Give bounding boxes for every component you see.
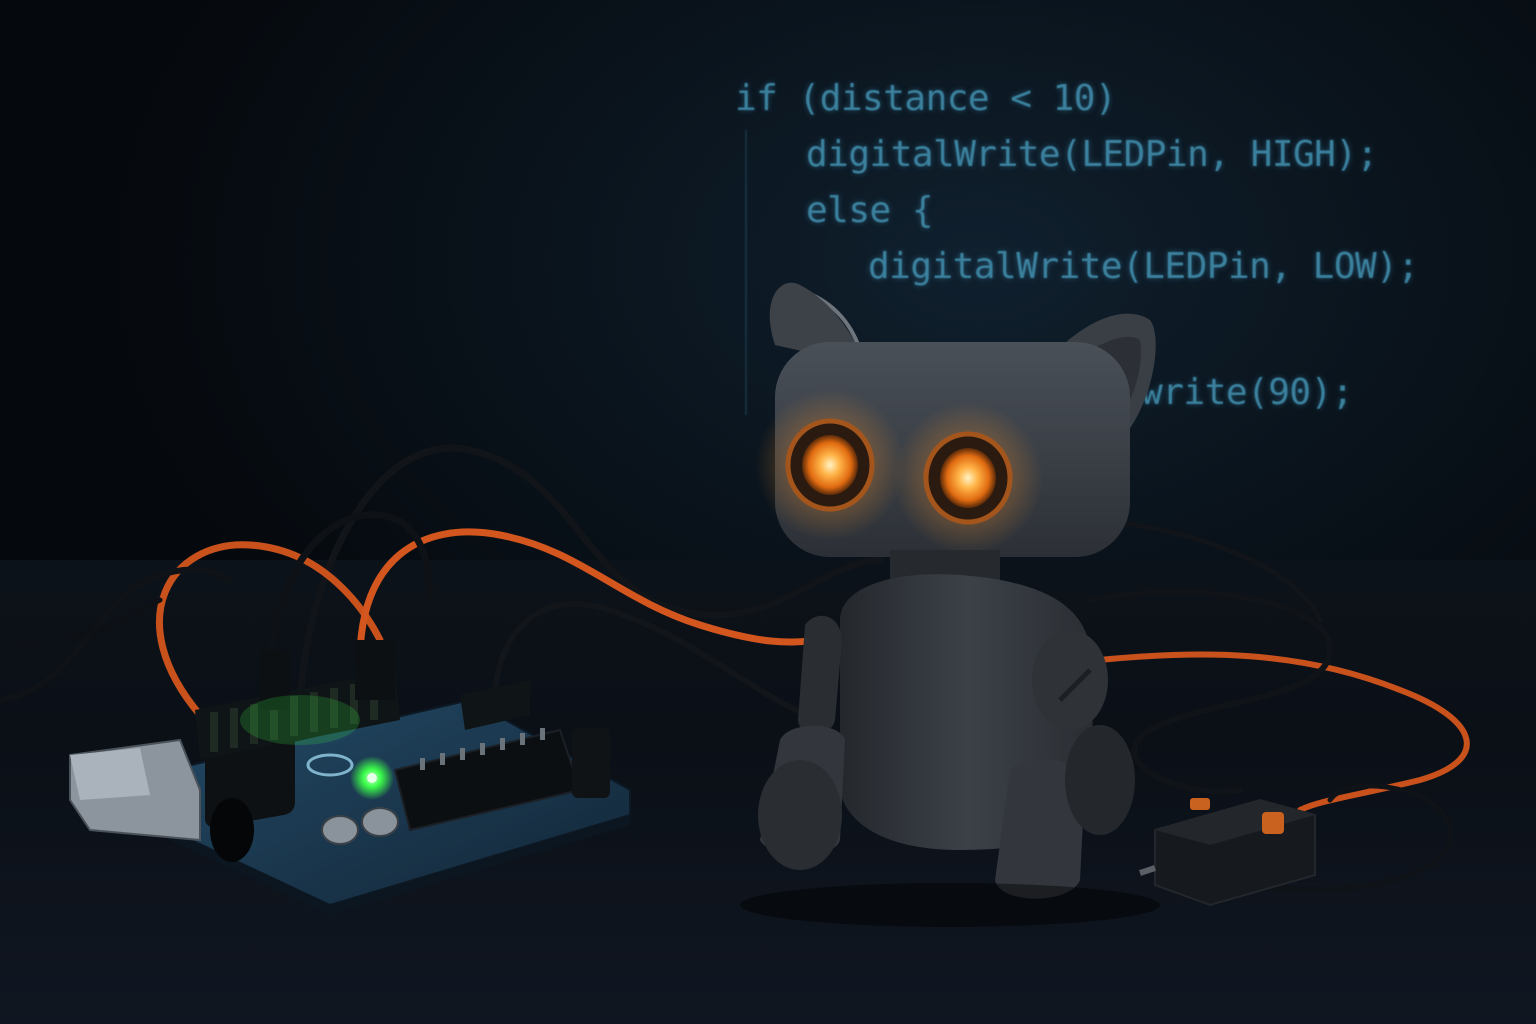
chip-pin [420, 758, 425, 770]
header-pin-block-2 [355, 640, 395, 700]
right-shoulder-joint [1032, 630, 1108, 730]
chip-pin [460, 748, 465, 760]
header-green-glow [240, 695, 360, 745]
power-jack-hole [210, 798, 254, 862]
left-arm [798, 615, 842, 735]
left-eye [802, 435, 858, 495]
chip-pin [540, 728, 545, 740]
capacitor-3 [572, 728, 610, 798]
robot-shadow [740, 883, 1160, 927]
header-pin [230, 708, 238, 748]
capacitor-1 [321, 815, 359, 845]
arduino-board [69, 640, 631, 915]
chip-pin [500, 738, 505, 750]
wire-black-3 [492, 600, 823, 723]
servo-shaft [1139, 865, 1156, 876]
servo-orange-knob-2 [1262, 812, 1284, 834]
right-wheel [1065, 725, 1135, 835]
left-wheel [758, 760, 842, 870]
scene: if (distance < 10) digitalWrite(LEDPin, … [0, 0, 1536, 1024]
chip-pin [520, 733, 525, 745]
robot-cat [740, 282, 1160, 927]
wire-black-5 [0, 597, 163, 645]
servo-orange-knob-1 [1190, 798, 1210, 810]
chip-pin [440, 753, 445, 765]
wire-black-8 [1097, 517, 1323, 623]
chip-pin [480, 743, 485, 755]
wire-orange-3 [1097, 651, 1470, 813]
scene-illustration [0, 282, 1470, 927]
right-eye [940, 448, 996, 508]
wire-black-4 [0, 566, 233, 703]
header-pin [210, 712, 218, 752]
header-pins-right [460, 680, 530, 730]
status-led [367, 773, 377, 783]
capacitor-2 [361, 807, 399, 837]
usb-port-face [70, 748, 150, 800]
wire-black-2 [266, 511, 434, 664]
